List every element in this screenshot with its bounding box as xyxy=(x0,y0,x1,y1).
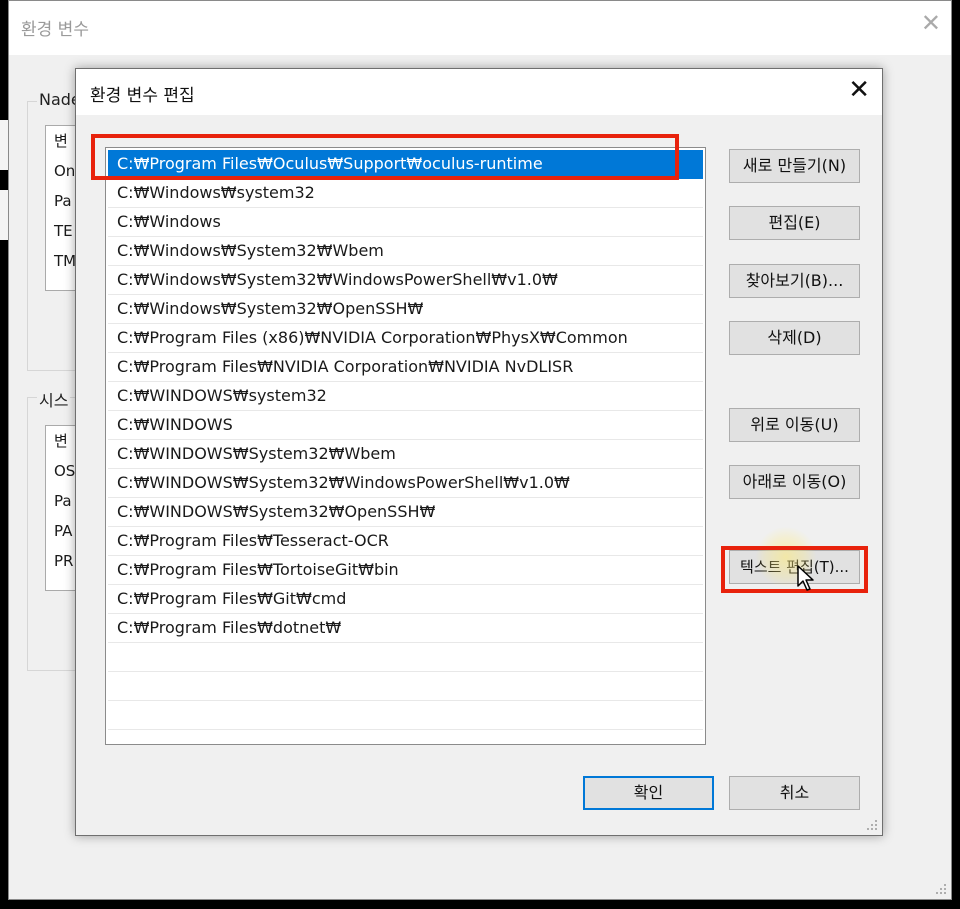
list-item[interactable]: C:₩WINDOWS₩System32₩Wbem xyxy=(108,440,703,469)
path-list-item-selected[interactable]: C:₩Program Files₩Oculus₩Support₩oculus-r… xyxy=(108,150,703,179)
list-item[interactable]: C:₩Windows xyxy=(108,208,703,237)
background-edge xyxy=(0,190,8,240)
new-button[interactable]: 새로 만들기(N) xyxy=(729,149,860,183)
list-item[interactable]: C:₩Program Files₩Git₩cmd xyxy=(108,585,703,614)
list-item[interactable]: C:₩WINDOWS₩System32₩WindowsPowerShell₩v1… xyxy=(108,469,703,498)
list-item[interactable]: C:₩Program Files (x86)₩NVIDIA Corporatio… xyxy=(108,324,703,353)
delete-button[interactable]: 삭제(D) xyxy=(729,321,860,355)
empty-list-row xyxy=(108,701,703,730)
list-item[interactable]: C:₩Windows₩System32₩OpenSSH₩ xyxy=(108,295,703,324)
move-up-button[interactable]: 위로 이동(U) xyxy=(729,408,860,442)
parent-titlebar: 환경 변수 ✕ xyxy=(9,1,951,55)
parent-window-title: 환경 변수 xyxy=(21,20,89,40)
resize-grip-icon[interactable] xyxy=(935,883,947,895)
system-variables-group-label: 시스 xyxy=(37,387,71,411)
dialog-title: 환경 변수 편집 xyxy=(90,86,195,106)
background-edge xyxy=(0,120,8,170)
dialog-close-icon[interactable]: ✕ xyxy=(848,77,870,103)
list-item[interactable]: C:₩Program Files₩dotnet₩ xyxy=(108,614,703,643)
cancel-button[interactable]: 취소 xyxy=(729,776,860,810)
browse-button[interactable]: 찾아보기(B)... xyxy=(729,264,860,298)
list-item[interactable]: C:₩WINDOWS xyxy=(108,411,703,440)
list-item[interactable]: C:₩WINDOWS₩System32₩OpenSSH₩ xyxy=(108,498,703,527)
edit-environment-variable-dialog: 환경 변수 편집 ✕ C:₩Program Files₩Oculus₩Suppo… xyxy=(75,68,883,836)
path-list[interactable]: C:₩Program Files₩Oculus₩Support₩oculus-r… xyxy=(105,147,706,745)
mouse-cursor-icon xyxy=(797,565,814,591)
parent-close-icon[interactable]: ✕ xyxy=(921,11,941,35)
resize-grip-icon[interactable] xyxy=(866,819,878,831)
list-item[interactable]: C:₩Windows₩System32₩WindowsPowerShell₩v1… xyxy=(108,266,703,295)
edit-text-button[interactable]: 텍스트 편집(T)... xyxy=(729,550,860,584)
edit-button[interactable]: 편집(E) xyxy=(729,206,860,240)
list-item[interactable]: C:₩WINDOWS₩system32 xyxy=(108,382,703,411)
move-down-button[interactable]: 아래로 이동(O) xyxy=(729,465,860,499)
empty-list-row xyxy=(108,672,703,701)
list-item[interactable]: C:₩Program Files₩Tesseract-OCR xyxy=(108,527,703,556)
list-item[interactable]: C:₩Program Files₩TortoiseGit₩bin xyxy=(108,556,703,585)
list-item[interactable]: C:₩Windows₩System32₩Wbem xyxy=(108,237,703,266)
list-item[interactable]: C:₩Program Files₩NVIDIA Corporation₩NVID… xyxy=(108,353,703,382)
empty-list-row xyxy=(108,643,703,672)
ok-button[interactable]: 확인 xyxy=(583,776,714,810)
list-item[interactable]: C:₩Windows₩system32 xyxy=(108,179,703,208)
dialog-titlebar: 환경 변수 편집 ✕ xyxy=(76,69,882,115)
